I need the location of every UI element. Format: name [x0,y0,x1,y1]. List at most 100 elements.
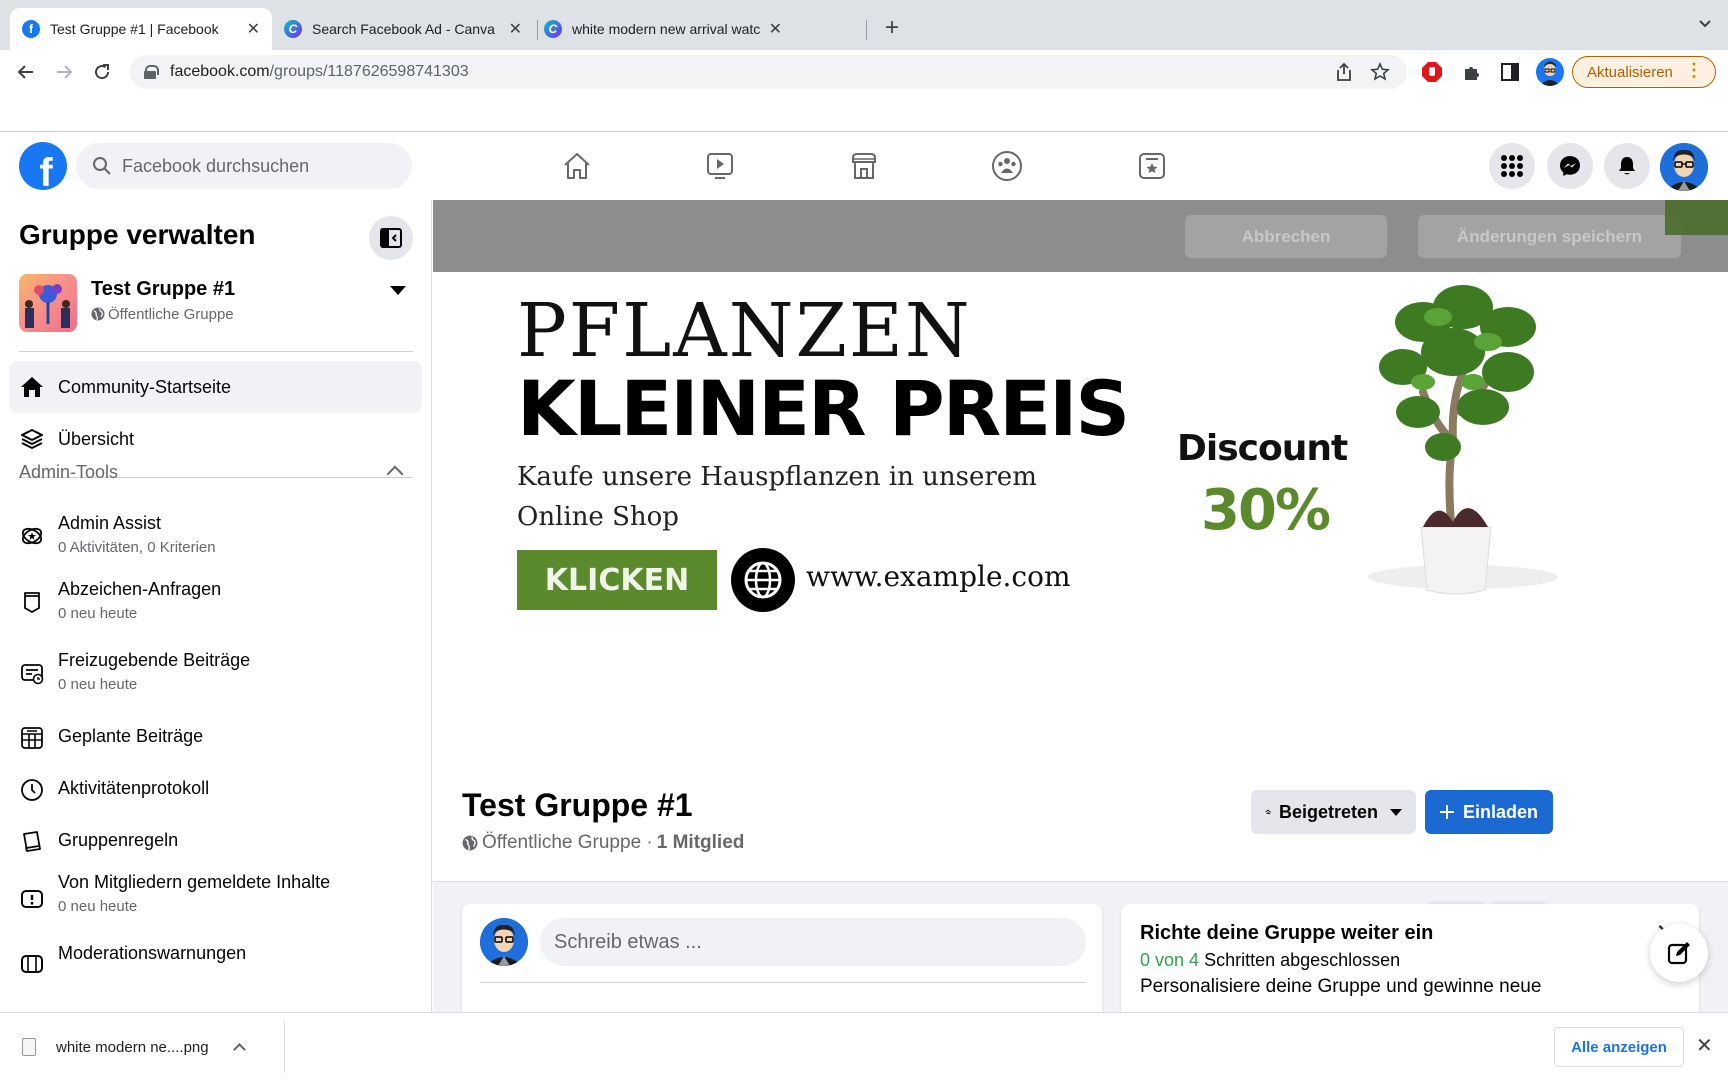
progress-text: Schritten abgeschlossen [1204,950,1401,970]
file-icon [22,1038,36,1056]
nav-home-button[interactable] [560,149,594,183]
browser-tab-facebook[interactable]: f Test Gruppe #1 | Facebook ✕ [10,8,272,50]
joined-button[interactable]: Beigetreten [1251,790,1416,834]
collapse-sidebar-button[interactable] [369,216,413,260]
sidebar-tool-group-rules[interactable]: Gruppenregeln [19,830,413,860]
invite-button[interactable]: Einladen [1425,790,1553,834]
badge-icon [19,589,45,615]
grid-menu-icon [1501,155,1523,177]
tool-label: Aktivitätenprotokoll [58,778,210,798]
tab-title: white modern new arrival watc [572,21,761,37]
tool-label: Freizugebende Beiträge [58,650,251,670]
sidebar-tool-moderation-warnings[interactable]: Moderationswarnungen [19,943,413,973]
menu-grid-button[interactable] [1489,143,1535,189]
sidebar-toggle-icon [380,228,402,248]
ad-subline-2: Online Shop [517,502,679,532]
sidebar-tool-pending-posts[interactable]: Freizugebende Beiträge 0 neu heute [19,650,413,700]
back-button[interactable] [12,58,40,86]
nav-marketplace-button[interactable] [847,149,881,183]
joined-label: Beigetreten [1278,801,1378,822]
marketplace-icon [852,153,876,179]
ad-cta-label: KLICKEN [517,550,717,610]
sidebar-item-overview[interactable]: Übersicht [9,413,422,465]
group-member-count[interactable]: 1 Mitglied [657,832,745,854]
cancel-cover-button[interactable]: Abbrechen [1185,215,1387,258]
caret-down-icon [1390,808,1402,816]
groups-icon [992,151,1022,181]
nav-groups-button[interactable] [990,149,1024,183]
browser-tab-strip: f Test Gruppe #1 | Facebook ✕ C Search F… [0,0,1728,50]
url-domain: facebook.com [170,63,270,80]
tool-meta: 0 Aktivitäten, 0 Kriterien [58,539,216,556]
close-tab-icon[interactable]: ✕ [247,19,260,39]
share-icon[interactable] [1336,62,1352,87]
cover-edit-bar: Abbrechen Änderungen speichern [433,200,1728,272]
chevron-up-icon [386,465,404,483]
profile-avatar[interactable] [1536,58,1564,86]
section-title: Admin-Tools [19,462,119,482]
sidebar-tool-scheduled-posts[interactable]: Geplante Beiträge [19,726,413,756]
tool-meta: 0 neu heute [58,676,138,693]
nav-watch-button[interactable] [703,149,737,183]
group-meta: Öffentliche Gruppe · 1 Mitglied [462,832,744,854]
bookmark-star-icon[interactable] [1370,62,1390,87]
tool-label: Von Mitgliedern gemeldete Inhalte [58,872,331,892]
extensions-puzzle-icon[interactable] [1460,60,1484,84]
cover-photo[interactable]: PFLANZEN KLEINER PREIS Kaufe unsere Haus… [433,272,1728,702]
sidebar-tool-member-reports[interactable]: Von Mitgliedern gemeldete Inhalte 0 neu … [19,872,413,922]
chevron-up-icon[interactable] [232,1043,246,1056]
divider [19,351,413,352]
notifications-button[interactable] [1604,143,1650,189]
ad-headline-2: KLEINER PREIS [517,364,1130,453]
new-tab-button[interactable]: + [885,14,899,42]
admin-assist-icon [19,523,45,549]
sidebar-tool-admin-assist[interactable]: Admin Assist 0 Aktivitäten, 0 Kriterien [19,513,413,563]
home-icon [19,374,45,400]
update-button[interactable]: Aktualisieren ⋮ [1572,56,1716,88]
tool-meta: 0 neu heute [58,898,138,915]
user-avatar[interactable] [480,918,528,966]
new-post-floating-button[interactable] [1650,924,1708,982]
messenger-button[interactable] [1547,143,1593,189]
facebook-search-input[interactable]: Facebook durchsuchen [76,143,412,189]
group-thumbnail [19,274,77,332]
show-all-downloads-button[interactable]: Alle anzeigen [1554,1027,1684,1067]
address-bar[interactable]: facebook.com/groups/1187626598741303 [130,55,1407,89]
nav-gaming-button[interactable] [1135,149,1169,183]
canva-favicon-icon: C [544,20,562,38]
video-icon [707,153,733,179]
joined-members-icon [1265,809,1271,815]
close-download-bar-button[interactable]: ✕ [1696,1033,1713,1058]
group-privacy-label: Öffentliche Gruppe · [482,832,653,853]
invite-label: Einladen [1463,801,1539,822]
close-tab-icon[interactable]: ✕ [769,19,782,39]
tool-label: Gruppenregeln [58,830,179,850]
reload-button[interactable] [88,58,116,86]
save-cover-button[interactable]: Änderungen speichern [1418,215,1681,258]
forward-button[interactable] [50,58,78,86]
account-avatar[interactable] [1660,143,1708,191]
browser-tab-canva-design[interactable]: C white modern new arrival watc ✕ [532,8,794,50]
sidebar-tool-badge-requests[interactable]: Abzeichen-Anfragen 0 neu heute [19,579,413,629]
side-panel-icon[interactable] [1498,60,1522,84]
lock-icon [144,65,159,79]
reload-icon [95,64,110,80]
sidebar-item-community-home[interactable]: Community-Startseite [9,361,422,413]
group-selector[interactable]: Test Gruppe #1 Öffentliche Gruppe [19,274,414,334]
tab-search-chevron-icon[interactable] [1698,16,1712,32]
admin-tools-section-header[interactable]: Admin-Tools [19,462,413,492]
download-item[interactable]: white modern ne....png [22,1027,284,1067]
calendar-icon [19,725,45,751]
manage-group-sidebar: Gruppe verwalten Test Gruppe #1 Öffentli… [0,200,432,1012]
adblock-extension-icon[interactable] [1420,60,1444,84]
tab-separator [866,20,867,40]
group-privacy: Öffentliche Gruppe [91,306,234,323]
post-composer: Schreib etwas ... [462,904,1102,1012]
pending-posts-icon [19,660,45,686]
sidebar-item-label: Community-Startseite [58,376,232,397]
write-something-input[interactable]: Schreib etwas ... [540,918,1086,966]
browser-tab-canva-search[interactable]: C Search Facebook Ad - Canva ✕ [272,8,534,50]
close-tab-icon[interactable]: ✕ [509,19,522,39]
sidebar-tool-activity-log[interactable]: Aktivitätenprotokoll [19,778,413,808]
facebook-logo-icon[interactable]: f [19,142,67,190]
